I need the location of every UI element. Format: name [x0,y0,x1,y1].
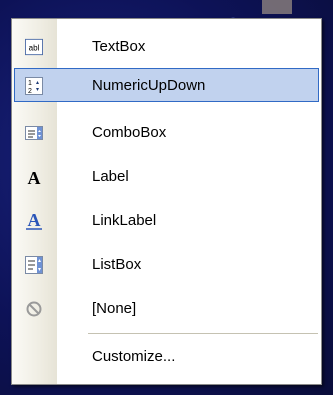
menu-separator [88,333,318,334]
menu-item-label: [None] [92,300,137,317]
textbox-icon: abl [25,38,43,56]
numeric-updown-icon: 1 2 [25,77,43,95]
menu-item-numericupdown[interactable]: 1 2 NumericUpDown [14,68,319,102]
listbox-icon [25,256,43,274]
menu-item-label: Label [92,168,129,185]
svg-text:abl: abl [29,44,40,53]
svg-text:1: 1 [28,80,32,87]
menu-item-linklabel[interactable]: A LinkLabel [14,203,319,237]
svg-text:2: 2 [28,88,32,95]
menu-item-label: NumericUpDown [92,77,206,94]
menu-item-textbox[interactable]: abl TextBox [14,29,319,63]
menu-item-combobox[interactable]: ComboBox [14,115,319,149]
none-icon [25,300,43,318]
combobox-icon [25,124,43,142]
menu-item-none[interactable]: [None] [14,291,319,325]
context-menu: abl TextBox 1 2 NumericUpDown ComboBox A… [11,18,322,385]
background-decoration [262,0,292,14]
menu-item-label: ComboBox [92,124,167,141]
menu-item-label[interactable]: A Label [14,159,319,193]
linklabel-icon: A [25,211,43,230]
svg-text:A: A [28,168,41,186]
menu-item-label: Customize... [92,348,176,365]
menu-item-label: TextBox [92,38,146,55]
label-icon: A [25,168,43,186]
menu-item-customize[interactable]: Customize... [14,339,319,373]
menu-item-label: ListBox [92,256,142,273]
menu-item-listbox[interactable]: ListBox [14,247,319,281]
menu-item-label: LinkLabel [92,212,157,229]
svg-text:A: A [28,211,41,230]
